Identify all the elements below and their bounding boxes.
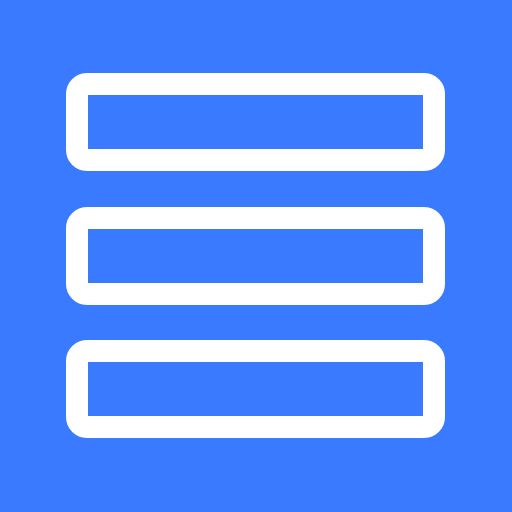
app-icon-canvas xyxy=(0,0,512,512)
menu-icon xyxy=(0,0,512,512)
